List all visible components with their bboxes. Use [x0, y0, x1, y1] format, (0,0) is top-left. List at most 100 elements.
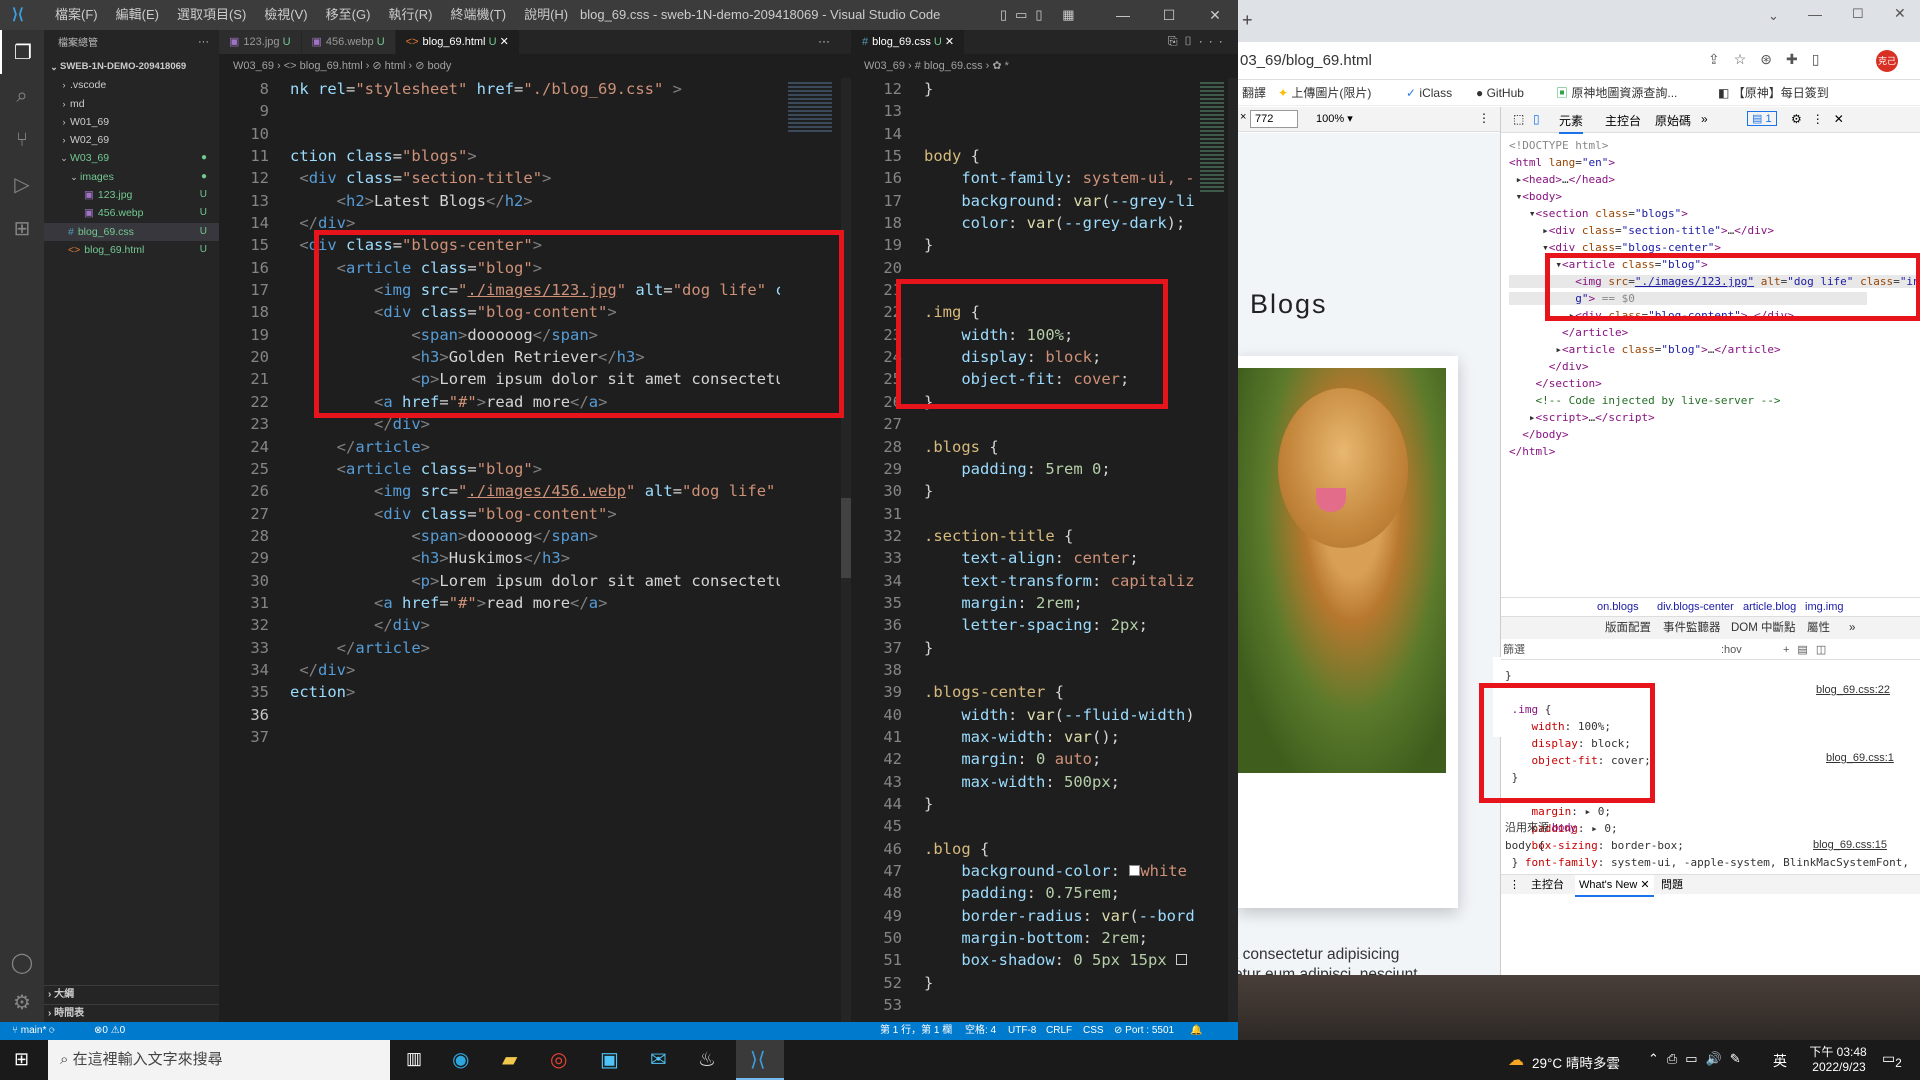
style-source-link[interactable]: blog_69.css:22	[1816, 684, 1890, 696]
tab-close-icon[interactable]: ✕	[945, 36, 954, 48]
eol-status[interactable]: CRLF	[1046, 1022, 1072, 1040]
more-tabs-icon[interactable]: »	[1849, 617, 1855, 639]
menu-help[interactable]: 說明(H)	[515, 0, 577, 30]
tree-folder-w01[interactable]: › W01_69	[44, 113, 219, 131]
tab-properties[interactable]: 屬性	[1807, 617, 1830, 639]
drawer-tab-console[interactable]: 主控台	[1531, 875, 1564, 895]
bookmark-github[interactable]: ● GitHub	[1476, 81, 1524, 106]
layout-toggle-icons[interactable]: ▯▭▯ ▦	[1000, 7, 1083, 23]
avatar[interactable]: 克己	[1876, 50, 1898, 72]
notification-bell-icon[interactable]: 🔔	[1190, 1022, 1202, 1040]
close-icon[interactable]: ✕	[1192, 0, 1238, 30]
menu-run[interactable]: 執行(R)	[379, 0, 441, 30]
maximize-icon[interactable]: ☐	[1852, 6, 1864, 22]
more-tabs-icon[interactable]: »	[1701, 112, 1708, 126]
crumb-article[interactable]: article.blog	[1743, 598, 1796, 616]
tab-sources[interactable]: 原始碼	[1655, 112, 1691, 129]
more-actions-icon[interactable]: ···	[818, 34, 830, 48]
outline-section[interactable]: › 大綱	[44, 986, 219, 1004]
more-actions-icon[interactable]: ···	[198, 36, 209, 48]
hov-toggle[interactable]: :hov	[1721, 640, 1742, 660]
tab-search-icon[interactable]: ⌄	[1768, 8, 1779, 24]
style-source-link[interactable]: blog_69.css:1	[1826, 752, 1894, 764]
drawer-tab-issues[interactable]: 問題	[1661, 875, 1683, 895]
tab-event-listeners[interactable]: 事件監聽器	[1663, 617, 1721, 639]
inherited-element[interactable]: body	[1552, 822, 1576, 834]
device-height-input[interactable]: 772	[1250, 110, 1298, 128]
tray-icons[interactable]: ⌃⎙▭🔊✎	[1648, 1051, 1749, 1067]
tab-bloghtml[interactable]: <> blog_69.html U ✕	[395, 30, 520, 54]
explorer-icon[interactable]: ❐	[0, 30, 44, 74]
weather-text[interactable]: 29°C 晴時多雲	[1532, 1052, 1620, 1072]
menu-view[interactable]: 檢視(V)	[255, 0, 316, 30]
color-swatch-white[interactable]	[1129, 865, 1141, 877]
settings-gear-icon[interactable]: ⚙	[0, 980, 44, 1024]
toolbar-icons[interactable]: ⇪☆⊛✚▯	[1708, 51, 1833, 68]
search-icon[interactable]: ⌕	[0, 74, 44, 118]
steam-icon[interactable]: ♨	[698, 1047, 716, 1072]
cursor-position[interactable]: 第 1 行，第 1 欄	[880, 1022, 952, 1040]
account-icon[interactable]: ◯	[0, 940, 44, 984]
bookmark-iclass[interactable]: ✓ iClass	[1406, 81, 1452, 106]
tab-456webp[interactable]: ▣ 456.webp U	[301, 30, 396, 54]
css-code[interactable]: } body { font-family: system-ui, - backg…	[924, 78, 1194, 1022]
workspace-root[interactable]: ⌄ SWEB-1N-DEMO-209418069	[44, 58, 219, 76]
tree-folder-md[interactable]: › md	[44, 95, 219, 113]
menu-selection[interactable]: 選取項目(S)	[168, 0, 255, 30]
file-explorer-icon[interactable]: ▰	[502, 1047, 517, 1072]
tree-folder-w02[interactable]: › W02_69	[44, 131, 219, 149]
tree-file-blogcss[interactable]: # blog_69.css U	[44, 222, 219, 241]
menu-terminal[interactable]: 終端機(T)	[441, 0, 515, 30]
crumb-img[interactable]: img.img	[1805, 598, 1844, 616]
left-scrollbar[interactable]	[841, 78, 851, 1022]
body-rule[interactable]: body { font-family: system-ui, -apple-sy…	[1505, 837, 1915, 872]
bookmark-upload[interactable]: ✦ 上傳圖片(限片)	[1278, 81, 1371, 106]
edge-icon[interactable]: ◉	[452, 1047, 469, 1072]
notification-icon[interactable]: ▭2	[1882, 1050, 1902, 1070]
tab-close-icon[interactable]: ✕	[500, 36, 509, 48]
minimize-icon[interactable]: —	[1100, 0, 1146, 30]
tree-file-123jpg[interactable]: ▣ 123.jpg U	[44, 186, 219, 204]
bookmark-translate[interactable]: 翻譯	[1242, 81, 1266, 106]
minimize-icon[interactable]: —	[1808, 6, 1822, 22]
clock-date[interactable]: 2022/9/23	[1804, 1060, 1874, 1074]
chrome-icon[interactable]: ◎	[550, 1047, 567, 1072]
tab-123jpg[interactable]: ▣ 123.jpg U	[219, 30, 302, 54]
encoding-status[interactable]: UTF-8	[1008, 1022, 1036, 1040]
tree-file-bloghtml[interactable]: <> blog_69.html U	[44, 241, 219, 259]
problems-status[interactable]: ⊗0 ⚠0	[94, 1022, 125, 1040]
inspect-icon[interactable]: ⬚	[1513, 112, 1524, 126]
right-breadcrumb[interactable]: W03_69 › # blog_69.css › ✿ *	[852, 54, 1238, 78]
menu-file[interactable]: 檔案(F)	[46, 0, 107, 30]
bookmark-genshin-checkin[interactable]: ◧ 【原神】每日簽到	[1718, 81, 1829, 106]
tree-folder-w03[interactable]: ⌄ W03_69 ●	[44, 149, 219, 167]
tab-dom-breakpoints[interactable]: DOM 中斷點	[1731, 617, 1796, 639]
store-icon[interactable]: ▣	[600, 1047, 619, 1072]
task-view-icon[interactable]: ▥	[406, 1049, 422, 1069]
color-swatch-shadow[interactable]	[1176, 954, 1187, 966]
more-options-icon[interactable]: ⋮	[1478, 111, 1490, 125]
right-minimap[interactable]	[1196, 78, 1228, 1022]
taskbar-search[interactable]: ⌕ 在這裡輸入文字來搜尋	[48, 1040, 390, 1080]
styles-toolbar-icons[interactable]: +▤◫	[1783, 640, 1834, 660]
address-bar[interactable]: 03_69/blog_69.html	[1240, 52, 1372, 69]
right-scrollbar[interactable]	[1228, 78, 1238, 1022]
left-minimap[interactable]	[780, 78, 840, 1022]
tree-file-456webp[interactable]: ▣ 456.webp U	[44, 204, 219, 222]
new-tab-icon[interactable]: +	[1242, 10, 1253, 31]
source-control-icon[interactable]: ⑂	[0, 118, 44, 162]
editor-actions-icons[interactable]: ⎘▯···	[1168, 34, 1229, 49]
timeline-section[interactable]: › 時間表	[44, 1004, 219, 1022]
tab-console[interactable]: 主控台	[1605, 112, 1641, 129]
drawer-menu-icon[interactable]: ⋮	[1509, 875, 1520, 895]
crumb-blogs-center[interactable]: div.blogs-center	[1657, 598, 1734, 616]
devtools-settings-icons[interactable]: ⚙⋮✕	[1791, 112, 1854, 126]
tab-blogcss[interactable]: # blog_69.css U ✕	[852, 30, 966, 54]
vscode-taskbar-button[interactable]: ⟩⟨	[736, 1040, 784, 1080]
tab-layout[interactable]: 版面配置	[1605, 617, 1651, 639]
ime-indicator[interactable]: 英	[1773, 1051, 1787, 1071]
tab-elements[interactable]: 元素	[1559, 112, 1584, 134]
branch-status[interactable]: ⑂ main* ⟳	[12, 1022, 55, 1040]
zoom-select[interactable]: 100% ▾	[1316, 112, 1353, 125]
run-debug-icon[interactable]: ▷	[0, 162, 44, 206]
